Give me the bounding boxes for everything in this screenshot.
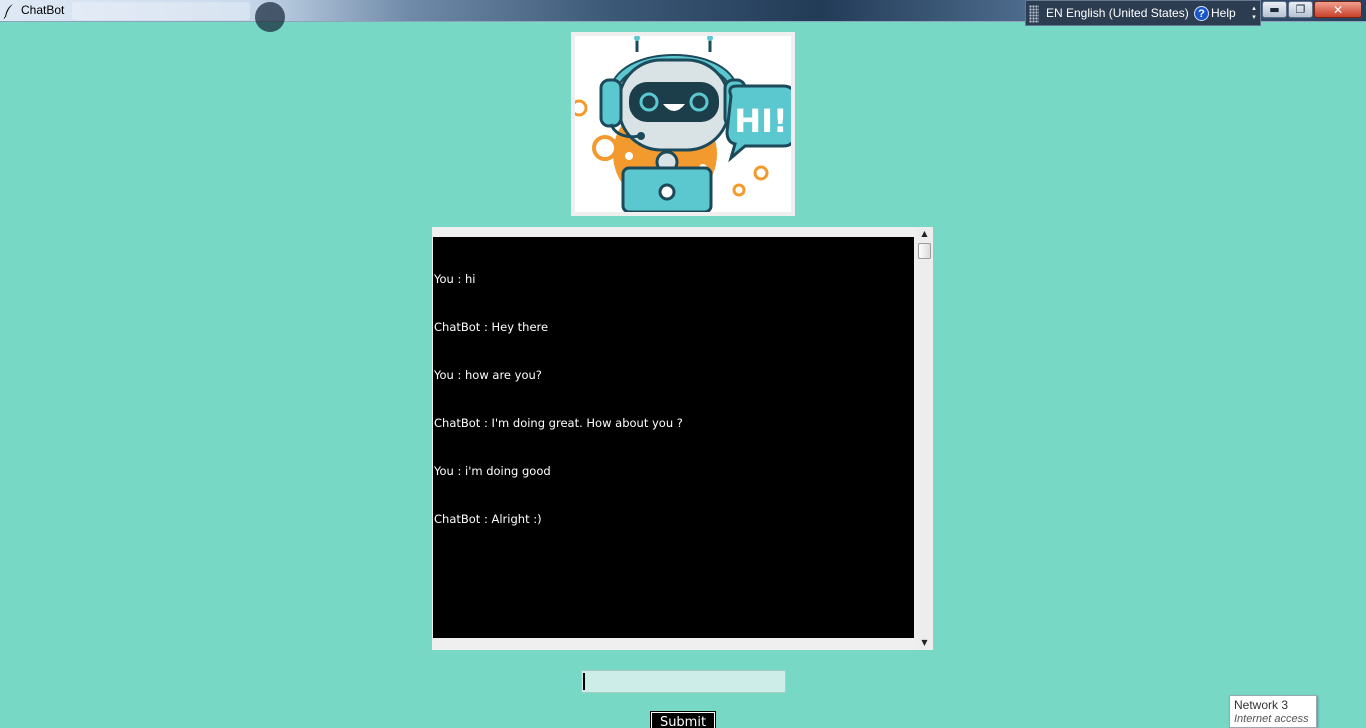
- language-bar[interactable]: EN English (United States) ? Help ▴ ▾: [1025, 0, 1261, 26]
- scroll-down-icon[interactable]: ▼: [916, 636, 933, 650]
- help-icon[interactable]: ?: [1194, 6, 1209, 21]
- close-icon: ✕: [1332, 2, 1344, 17]
- chat-message: ChatBot : I'm doing great. How about you…: [434, 416, 683, 430]
- robot-banner: HI!: [571, 32, 795, 216]
- restore-icon: ❐: [1295, 3, 1306, 16]
- chat-message: You : i'm doing good: [434, 464, 551, 478]
- window-title: ChatBot: [21, 3, 65, 17]
- scroll-up-icon[interactable]: ▲: [916, 227, 933, 241]
- network-status: Internet access: [1234, 713, 1309, 725]
- chat-message: You : how are you?: [434, 368, 542, 382]
- minimize-icon: ▬: [1269, 3, 1280, 16]
- text-caret: [583, 673, 585, 690]
- language-selector[interactable]: EN English (United States): [1046, 6, 1189, 20]
- network-tooltip: Network 3 Internet access: [1229, 695, 1317, 728]
- help-button[interactable]: Help: [1211, 6, 1236, 20]
- message-input[interactable]: [581, 670, 786, 693]
- chat-frame: You : hi ChatBot : Hey there You : how a…: [432, 227, 933, 650]
- grip-icon[interactable]: [1029, 5, 1039, 23]
- scroll-thumb[interactable]: [918, 243, 931, 259]
- maximize-button[interactable]: ❐: [1288, 1, 1313, 18]
- chat-message: You : hi: [434, 272, 476, 286]
- langbar-options-icon[interactable]: ▴ ▾: [1250, 4, 1258, 24]
- chat-log[interactable]: You : hi ChatBot : Hey there You : how a…: [433, 237, 914, 638]
- background-orb: [255, 2, 285, 32]
- feather-icon: [3, 4, 13, 19]
- chat-message: ChatBot : Alright :): [434, 512, 542, 526]
- minimize-button[interactable]: ▬: [1262, 1, 1287, 18]
- submit-button[interactable]: Submit: [650, 711, 716, 728]
- network-name: Network 3: [1234, 698, 1289, 712]
- speech-text: HI!: [734, 102, 787, 140]
- close-button[interactable]: ✕: [1314, 1, 1362, 18]
- background-window-ghost: [72, 2, 250, 20]
- chat-scrollbar[interactable]: ▲ ▼: [916, 227, 933, 650]
- chat-message: ChatBot : Hey there: [434, 320, 549, 334]
- robot-hi-image: HI!: [575, 36, 791, 212]
